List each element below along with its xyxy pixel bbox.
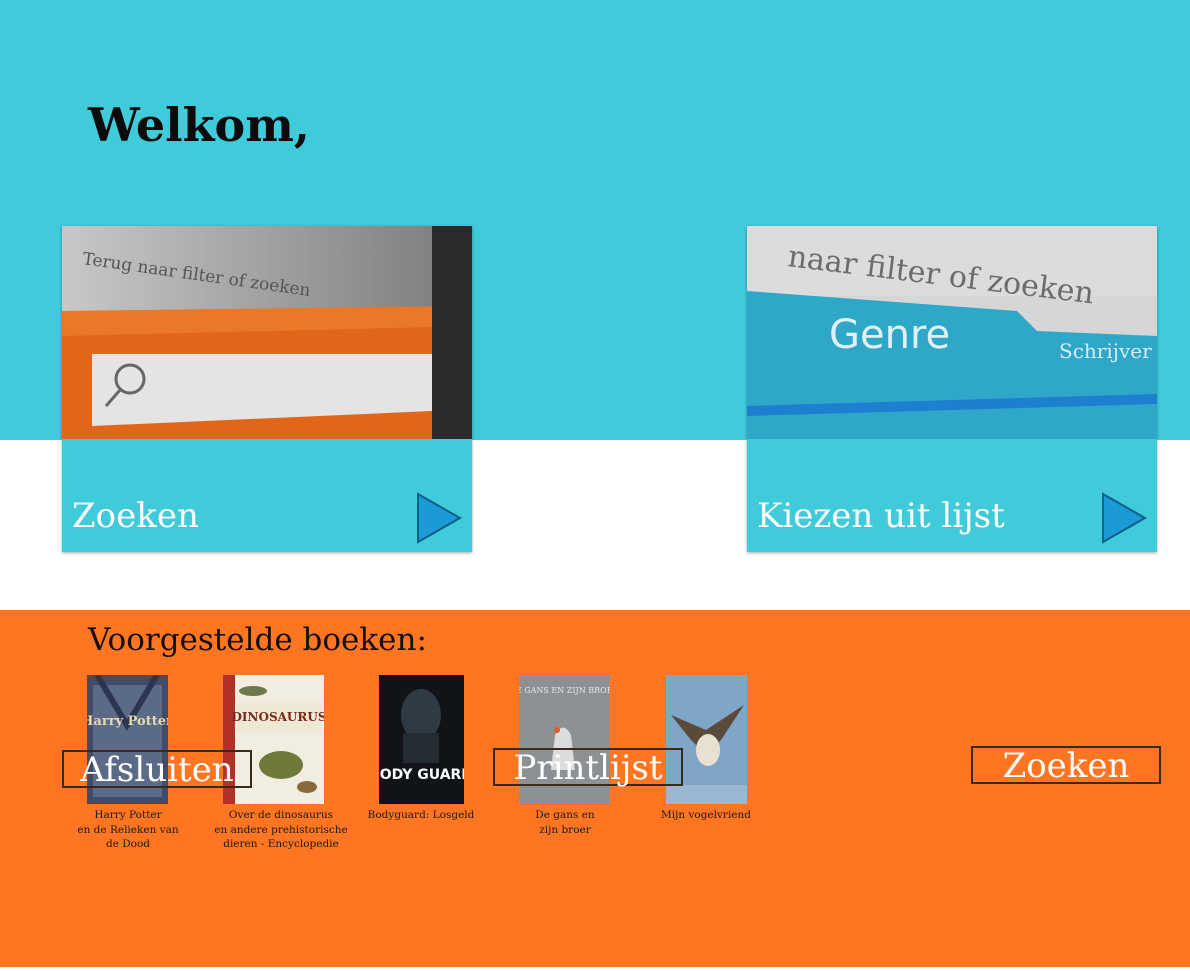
dinosaurus-cover-text: DINOSAURUS	[232, 710, 325, 724]
choose-list-card-label: Kiezen uit lijst	[757, 496, 1005, 536]
bodyguard-cover-text: BODY GUARD	[379, 767, 464, 783]
book-caption-de-gans: De gans en zijn broer	[535, 809, 595, 836]
play-arrow-icon[interactable]	[416, 492, 462, 544]
book-cover-bodyguard[interactable]: BODY GUARD	[379, 675, 464, 804]
book-caption-vogelvriend: Mijn vogelvriend	[660, 809, 752, 821]
welcome-heading: Welkom,	[88, 98, 310, 152]
search-button[interactable]: Zoeken	[971, 746, 1161, 784]
search-card-label: Zoeken	[72, 496, 199, 536]
genre-tab-text: Genre	[829, 312, 950, 358]
search-card[interactable]: Terug naar filter of zoeken Zoeken	[62, 226, 472, 552]
close-button[interactable]: Afsluiten	[62, 750, 252, 788]
de-gans-cover-text: DE GANS EN ZIJN BROER	[519, 686, 610, 695]
harry-potter-cover-text: Harry Potter	[87, 714, 168, 729]
search-card-image: Terug naar filter of zoeken	[62, 226, 472, 439]
choose-list-card[interactable]: naar filter of zoeken Genre Schrijver Ki…	[747, 226, 1157, 552]
book-caption-bodyguard: Bodyguard: Losgeld	[367, 809, 475, 821]
choose-list-card-image: naar filter of zoeken Genre Schrijver	[747, 226, 1157, 439]
writer-tab-text: Schrijver	[1059, 339, 1152, 363]
suggestions-title: Voorgestelde boeken:	[88, 622, 427, 658]
book-caption-harry-potter: Harry Potter en de Relieken van de Dood	[77, 809, 179, 850]
book-caption-dinosaurus: Over de dinosaurus en andere prehistoris…	[214, 809, 348, 850]
print-list-button[interactable]: Printlijst	[493, 748, 683, 786]
play-arrow-icon[interactable]	[1101, 492, 1147, 544]
